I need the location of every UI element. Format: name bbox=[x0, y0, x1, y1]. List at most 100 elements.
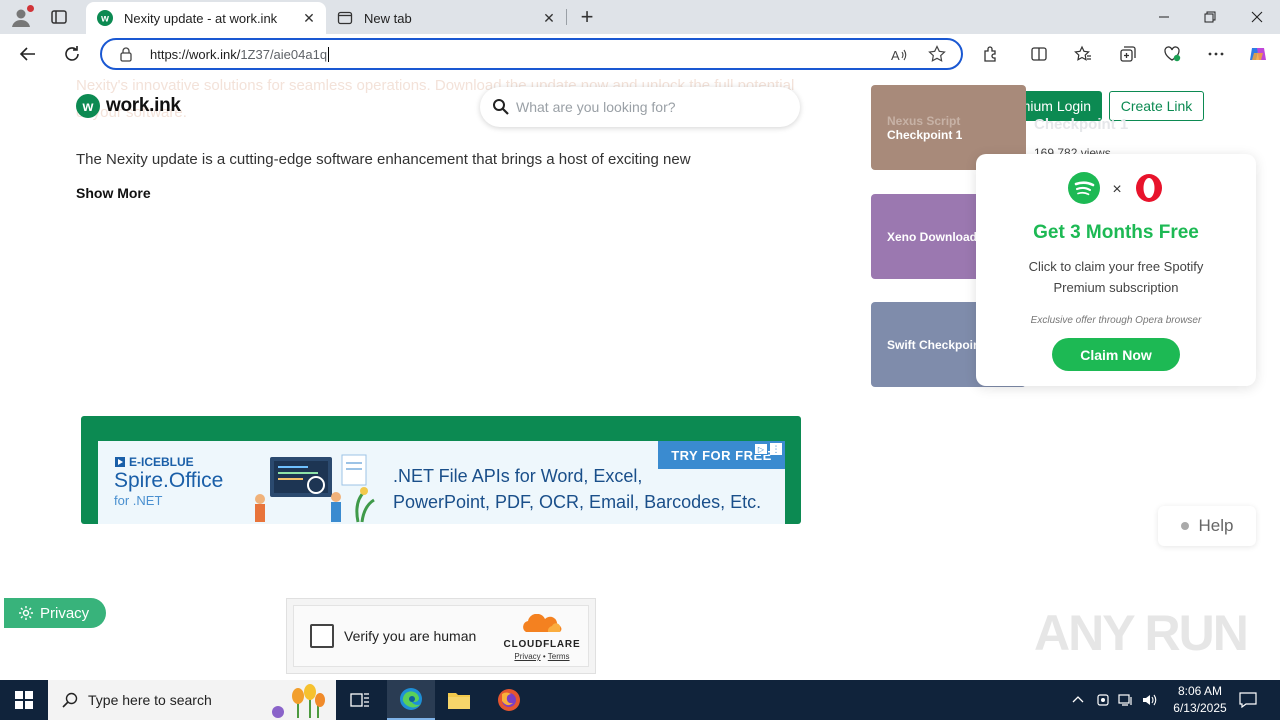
ad-info-icon[interactable]: ⋮ bbox=[770, 443, 782, 455]
address-bar[interactable]: https://work.ink/1Z37/aie04a1q A bbox=[100, 38, 963, 70]
more-menu-icon[interactable] bbox=[1206, 44, 1226, 64]
svg-text:A: A bbox=[891, 48, 900, 63]
tab-work-ink[interactable]: w Nexity update - at work.ink ✕ bbox=[86, 2, 326, 34]
tab-new-tab[interactable]: New tab ✕ bbox=[326, 2, 566, 34]
taskbar-edge[interactable] bbox=[387, 680, 435, 720]
read-aloud-icon[interactable]: A bbox=[890, 46, 908, 64]
taskbar-clock[interactable]: 8:06 AM 6/13/2025 bbox=[1160, 683, 1240, 717]
collections-icon[interactable] bbox=[1118, 44, 1138, 64]
extensions-icon[interactable] bbox=[981, 44, 1001, 64]
cloudflare-logo-icon bbox=[523, 613, 562, 632]
verify-human-checkbox[interactable] bbox=[310, 624, 334, 648]
clock-date: 6/13/2025 bbox=[1173, 701, 1227, 715]
promo-subtitle: Click to claim your free Spotify Premium… bbox=[1028, 259, 1204, 295]
network-icon[interactable] bbox=[1117, 680, 1135, 720]
show-more-link[interactable]: Show More bbox=[76, 185, 151, 201]
copilot-icon[interactable] bbox=[1248, 44, 1268, 64]
taskbar-file-explorer[interactable] bbox=[435, 680, 483, 720]
notifications-button[interactable] bbox=[1236, 680, 1260, 720]
ad-brand-line: E-ICEBLUE bbox=[114, 455, 223, 469]
ad-banner[interactable]: E-ICEBLUE Spire.Office for .NET .NET Fil… bbox=[81, 416, 801, 524]
card-title: Swift Checkpoint bbox=[887, 337, 985, 352]
card-meta-title: Checkpoint 1 bbox=[1034, 116, 1129, 133]
site-search[interactable] bbox=[480, 87, 800, 127]
help-status-dot bbox=[1180, 522, 1189, 530]
captcha-privacy-link[interactable]: Privacy bbox=[514, 652, 540, 661]
ad-copy: .NET File APIs for Word, Excel, PowerPoi… bbox=[393, 463, 761, 515]
task-view-button[interactable] bbox=[336, 680, 384, 720]
privacy-label: Privacy bbox=[40, 604, 90, 622]
search-highlight-flowers-icon bbox=[258, 682, 330, 720]
restore-button[interactable] bbox=[1187, 0, 1233, 34]
minimize-button[interactable] bbox=[1141, 0, 1187, 34]
captcha-link-separator: • bbox=[542, 652, 546, 661]
favorite-star-icon[interactable] bbox=[928, 45, 946, 63]
ad-content[interactable]: E-ICEBLUE Spire.Office for .NET .NET Fil… bbox=[98, 441, 785, 524]
show-hidden-icons-button[interactable] bbox=[1068, 680, 1088, 720]
cloudflare-wordmark: CLOUDFLARE bbox=[503, 639, 581, 650]
notification-icon bbox=[1239, 692, 1257, 708]
ad-line-2: PowerPoint, PDF, OCR, Email, Barcodes, E… bbox=[393, 492, 762, 512]
tray-meet-icon[interactable] bbox=[1094, 680, 1112, 720]
claim-now-button[interactable]: Claim Now bbox=[1052, 338, 1180, 371]
back-arrow-icon bbox=[19, 47, 35, 61]
volume-icon[interactable] bbox=[1140, 680, 1160, 720]
tab-separator bbox=[566, 9, 567, 25]
close-tab-icon[interactable]: ✕ bbox=[300, 9, 318, 27]
folder-icon bbox=[448, 693, 470, 709]
help-button[interactable]: Help bbox=[1158, 506, 1256, 546]
ad-brand: E-ICEBLUE Spire.Office for .NET bbox=[114, 455, 223, 508]
cloudflare-captcha: Verify you are human CLOUDFLARE Privacy … bbox=[286, 598, 596, 674]
refresh-icon bbox=[65, 46, 79, 61]
windows-taskbar: Type here to search 8:06 AM 6/13/2025 bbox=[0, 680, 1280, 720]
taskbar-search-placeholder: Type here to search bbox=[88, 692, 212, 708]
clock-time: 8:06 AM bbox=[1177, 684, 1223, 698]
captcha-links: Privacy • Terms bbox=[502, 652, 582, 661]
eiceblue-logo-icon bbox=[115, 457, 125, 467]
tab-bar: w Nexity update - at work.ink ✕ New tab … bbox=[0, 0, 1280, 34]
adchoices-icon[interactable]: ▷ bbox=[754, 443, 768, 455]
task-view-icon bbox=[350, 693, 369, 707]
split-screen-icon[interactable] bbox=[1029, 44, 1049, 64]
profile-icon[interactable] bbox=[10, 5, 34, 28]
work-ink-logo-icon: w bbox=[76, 94, 100, 118]
times-sign: × bbox=[1112, 181, 1122, 198]
edge-icon bbox=[400, 688, 422, 710]
back-button[interactable] bbox=[16, 42, 40, 66]
new-tab-button[interactable]: + bbox=[576, 4, 598, 29]
logo-text: work.ink bbox=[106, 95, 181, 116]
browser-essentials-icon[interactable] bbox=[1162, 44, 1182, 64]
page-viewport: Nexity's innovative solutions for seamle… bbox=[4, 74, 1276, 678]
ad-illustration-icon bbox=[248, 449, 378, 524]
taskbar-search[interactable]: Type here to search bbox=[48, 680, 336, 720]
work-ink-favicon-icon: w bbox=[96, 9, 114, 27]
close-window-button[interactable] bbox=[1234, 0, 1280, 34]
spotify-logo-icon bbox=[1068, 171, 1101, 209]
refresh-button[interactable] bbox=[60, 42, 84, 66]
captcha-terms-link[interactable]: Terms bbox=[548, 652, 570, 661]
tab-actions-icon[interactable] bbox=[50, 8, 68, 26]
start-button[interactable] bbox=[0, 680, 48, 720]
privacy-button[interactable]: Privacy bbox=[4, 598, 106, 628]
url-text[interactable]: https://work.ink/1Z37/aie04a1q bbox=[150, 47, 330, 62]
work-ink-logo[interactable]: w work.ink bbox=[76, 94, 181, 118]
captcha-widget: Verify you are human CLOUDFLARE Privacy … bbox=[293, 605, 589, 667]
help-label: Help bbox=[1198, 516, 1234, 535]
new-tab-favicon-icon bbox=[336, 9, 354, 27]
close-tab-icon[interactable]: ✕ bbox=[540, 9, 558, 27]
card-title: Xeno Download bbox=[887, 229, 977, 244]
url-host: https://work.ink/ bbox=[150, 47, 241, 62]
card-title: Checkpoint 1 bbox=[887, 127, 963, 142]
taskbar-firefox[interactable] bbox=[485, 680, 533, 720]
description-text: The Nexity update is a cutting-edge soft… bbox=[76, 151, 691, 168]
chevron-up-icon bbox=[1072, 696, 1084, 703]
card-title-faded: Nexus Script bbox=[887, 113, 961, 128]
tab-title: New tab bbox=[364, 10, 412, 26]
lock-icon[interactable] bbox=[118, 46, 134, 62]
url-path: 1Z37/aie04a1q bbox=[240, 47, 328, 62]
search-input[interactable] bbox=[516, 96, 786, 118]
cloudflare-branding: CLOUDFLARE Privacy • Terms bbox=[502, 613, 582, 661]
ad-product: Spire.Office bbox=[114, 469, 224, 492]
favorites-icon[interactable] bbox=[1073, 44, 1093, 64]
notification-dot bbox=[27, 5, 34, 12]
